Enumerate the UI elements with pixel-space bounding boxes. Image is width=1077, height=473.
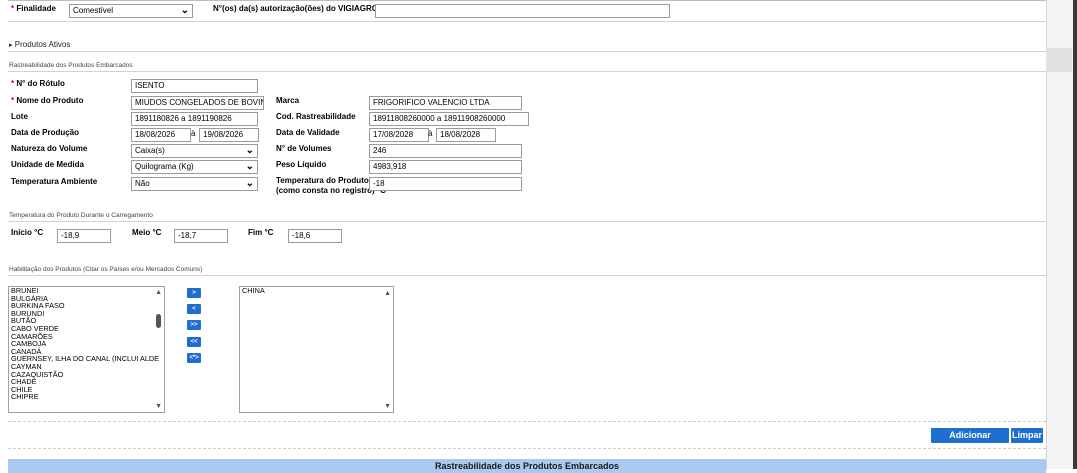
temp-produto-input[interactable]: -18 (369, 177, 522, 191)
finalidade-label-text: Finalidade (16, 4, 56, 13)
top-divider (8, 0, 1046, 1)
available-countries-listbox[interactable]: BRUNEI BULGÁRIA BURKINA FASO BURUNDI BUTÃO CA… (8, 286, 165, 413)
chevron-down-icon: ⌄ (245, 145, 254, 156)
meio-label: Meio °C (132, 228, 162, 237)
temp-ambiente-value: Não (135, 179, 150, 188)
cod-rastreabilidade-input[interactable]: 18911808260000 a 18911908260000 (369, 112, 529, 126)
nome-produto-label: * Nome do Produto (11, 96, 83, 106)
natureza-volume-label: Natureza do Volume (11, 144, 88, 153)
temp-ambiente-label: Temperatura Ambiente (11, 177, 98, 186)
divider (8, 448, 1046, 449)
list-item[interactable]: CHIPRE (9, 393, 164, 401)
marca-label: Marca (276, 96, 300, 105)
required-marker: * (11, 96, 15, 105)
selected-countries-list: CHINA (240, 287, 393, 295)
produtos-ativos-toggle[interactable]: ▸ Produtos Ativos (9, 40, 70, 49)
data-validade-to-input[interactable]: 18/08/2028 (436, 128, 496, 142)
inicio-input[interactable]: -18,9 (57, 229, 111, 243)
inicio-label: Início °C (11, 228, 44, 237)
divider (8, 51, 1046, 52)
scroll-down-icon[interactable]: ▼ (384, 403, 391, 410)
finalidade-label: * Finalidade (11, 4, 56, 14)
scroll-up-icon[interactable]: ▲ (155, 289, 162, 296)
divider (8, 221, 1046, 222)
lote-input[interactable]: 1891180826 a 1891190826 (131, 112, 258, 126)
num-volumes-label: N° de Volumes (276, 144, 332, 153)
num-volumes-input[interactable]: 246 (369, 144, 522, 158)
marca-input[interactable]: FRIGORIFICO VALENCIO LTDA (369, 96, 522, 110)
move-all-right-button[interactable]: >> (187, 320, 201, 330)
section-title-rastreabilidade: Rastreabilidade dos Produtos Embarcados (9, 62, 133, 69)
date-range-separator: à (428, 129, 433, 138)
vigiagro-input[interactable] (375, 4, 670, 18)
unidade-medida-label: Unidade de Medida (11, 160, 84, 169)
data-producao-to-input[interactable]: 19/08/2026 (199, 128, 259, 142)
fim-input[interactable]: -18,6 (288, 229, 342, 243)
swap-button[interactable]: <*> (187, 353, 201, 363)
fim-label: Fim °C (248, 228, 274, 237)
caret-right-icon: ▸ (9, 42, 13, 49)
meio-input[interactable]: -18,7 (174, 229, 228, 243)
data-producao-from-input[interactable]: 18/08/2026 (131, 128, 191, 142)
table-header-rastreabilidade: Rastreabilidade dos Produtos Embarcados (8, 459, 1046, 473)
unidade-medida-select[interactable]: Quilograma (Kg) ⌄ (131, 160, 258, 174)
scrollbar-thumb[interactable] (156, 314, 161, 328)
rotulo-input[interactable]: ISENTO (131, 79, 258, 93)
divider (8, 275, 1046, 276)
chevron-down-icon: ⌄ (180, 5, 189, 16)
date-range-separator: à (191, 129, 196, 138)
selected-countries-listbox[interactable]: CHINA ▲ ▼ (239, 286, 394, 413)
natureza-volume-value: Caixa(s) (135, 146, 165, 155)
chevron-down-icon: ⌄ (245, 178, 254, 189)
move-right-button[interactable]: > (187, 288, 201, 298)
clear-button[interactable]: Limpar (1011, 428, 1043, 443)
finalidade-select[interactable]: Comestível ⌄ (69, 4, 193, 18)
data-validade-from-input[interactable]: 17/08/2028 (369, 128, 429, 142)
move-left-button[interactable]: < (187, 304, 201, 314)
nome-produto-input[interactable]: MIUDOS CONGELADOS DE BOVINO (131, 96, 264, 110)
finalidade-value: Comestível (73, 6, 114, 15)
section-title-carregamento: Temperatura do Produto Durante o Carrega… (9, 212, 153, 219)
rotulo-label-text: N° do Rótulo (16, 79, 65, 88)
scroll-down-icon[interactable]: ▼ (155, 403, 162, 410)
window-scrollbar[interactable] (1073, 0, 1077, 469)
data-producao-label: Data de Produção (11, 128, 80, 137)
required-marker: * (11, 79, 15, 88)
cod-rastreabilidade-label: Cod. Rastreabilidade (276, 112, 356, 121)
peso-liquido-input[interactable]: 4983,918 (369, 160, 522, 174)
right-margin-panel (1046, 48, 1072, 72)
scroll-up-icon[interactable]: ▲ (384, 290, 391, 297)
data-validade-label: Data de Validade (276, 128, 340, 137)
list-item[interactable]: CHINA (240, 287, 393, 295)
divider (8, 71, 1046, 72)
move-all-left-button[interactable]: << (187, 337, 201, 347)
lote-label: Lote (11, 112, 28, 121)
rotulo-label: * N° do Rótulo (11, 79, 65, 89)
produtos-ativos-label: Produtos Ativos (14, 40, 71, 49)
divider (8, 421, 1046, 422)
required-marker: * (11, 4, 15, 13)
vigiagro-label: N°(os) da(s) autorização(ões) do VIGIAGR… (213, 4, 378, 13)
natureza-volume-select[interactable]: Caixa(s) ⌄ (131, 144, 258, 158)
divider (8, 21, 1046, 22)
available-countries-list: BRUNEI BULGÁRIA BURKINA FASO BURUNDI BUTÃO CA… (9, 287, 164, 401)
chevron-down-icon: ⌄ (245, 161, 254, 172)
temp-produto-label: Temperatura do Produto (276, 176, 369, 185)
temp-ambiente-select[interactable]: Não ⌄ (131, 177, 258, 191)
peso-liquido-label: Peso Líquido (276, 160, 327, 169)
unidade-medida-value: Quilograma (Kg) (135, 162, 194, 171)
section-title-habilitacao: Habilitação dos Produtos (Citar os Paíse… (9, 266, 203, 273)
nome-produto-label-text: Nome do Produto (16, 96, 84, 105)
add-product-button[interactable]: Adicionar Produto (931, 428, 1009, 455)
